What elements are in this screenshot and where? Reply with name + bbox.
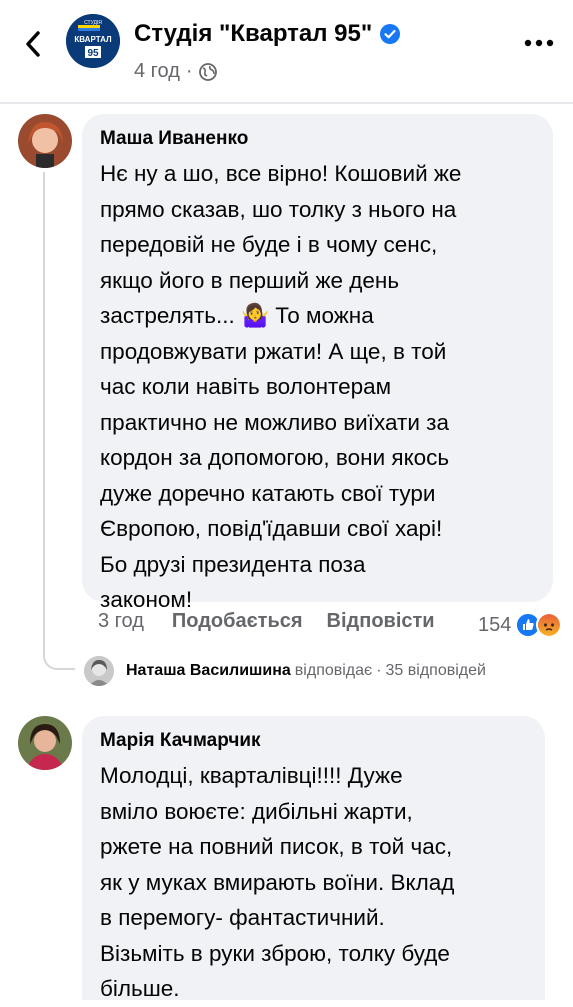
comment-bubble: Марія Качмарчик Молодці, кварталівці!!!!… (82, 716, 545, 1001)
comment-text: Нє ну а шо, все вірно! Кошовий же прямо … (100, 161, 462, 612)
kvartal-logo: СТУДІЯ КВАРТАЛ 95 (66, 14, 120, 68)
verified-badge-icon (380, 24, 401, 44)
svg-text:95: 95 (87, 48, 99, 59)
avatar (84, 656, 114, 686)
thread-line (43, 172, 45, 650)
reply-verb: відповідає (294, 662, 373, 679)
comment-actions: 3 год Подобається Відповісти (98, 610, 459, 633)
user-photo (18, 114, 72, 168)
comment-author[interactable]: Маша Иваненко (100, 128, 535, 150)
comment-author[interactable]: Марія Качмарчик (100, 730, 527, 752)
svg-text:КВАРТАЛ: КВАРТАЛ (74, 35, 112, 44)
reply-author[interactable]: Наташа Василишина (126, 662, 291, 680)
page-avatar[interactable]: СТУДІЯ КВАРТАЛ 95 (66, 14, 120, 68)
post-time[interactable]: 4 год (134, 60, 180, 83)
user-photo (84, 656, 114, 686)
user-photo (18, 716, 72, 770)
reply-count[interactable]: 35 відповідей (386, 662, 486, 680)
page-name-row: Студія "Квартал 95" (134, 20, 401, 48)
reply-button[interactable]: Відповісти (327, 610, 435, 633)
reaction-count: 154 (478, 613, 512, 636)
reply-separator: · (376, 662, 382, 679)
comment-text: Молодці, кварталівці!!!! Дуже вміло воює… (100, 763, 455, 1001)
svg-text:СТУДІЯ: СТУДІЯ (84, 20, 102, 26)
more-options-button[interactable] (522, 28, 556, 58)
meta-separator: · (185, 60, 193, 82)
back-button[interactable] (18, 26, 48, 62)
avatar[interactable] (18, 114, 72, 168)
comment-time[interactable]: 3 год (98, 610, 144, 633)
angry-reaction-icon (536, 612, 563, 638)
back-arrow-icon (26, 31, 40, 57)
page-name[interactable]: Студія "Квартал 95" (134, 20, 372, 48)
reply-preview[interactable]: Наташа Василишина відповідає · 35 відпов… (84, 656, 486, 686)
post-meta: 4 год · (134, 60, 217, 83)
more-options-icon (524, 39, 554, 47)
post-header: СТУДІЯ КВАРТАЛ 95 Студія "Квартал 95" 4 … (0, 0, 573, 100)
thread-line-curve (43, 646, 75, 670)
header-divider (0, 102, 573, 104)
reaction-summary[interactable]: 154 (478, 612, 563, 638)
comment-bubble: Маша Иваненко Нє ну а шо, все вірно! Кош… (82, 114, 553, 612)
globe-icon (198, 62, 217, 81)
avatar[interactable] (18, 716, 72, 770)
like-button[interactable]: Подобається (172, 610, 303, 633)
